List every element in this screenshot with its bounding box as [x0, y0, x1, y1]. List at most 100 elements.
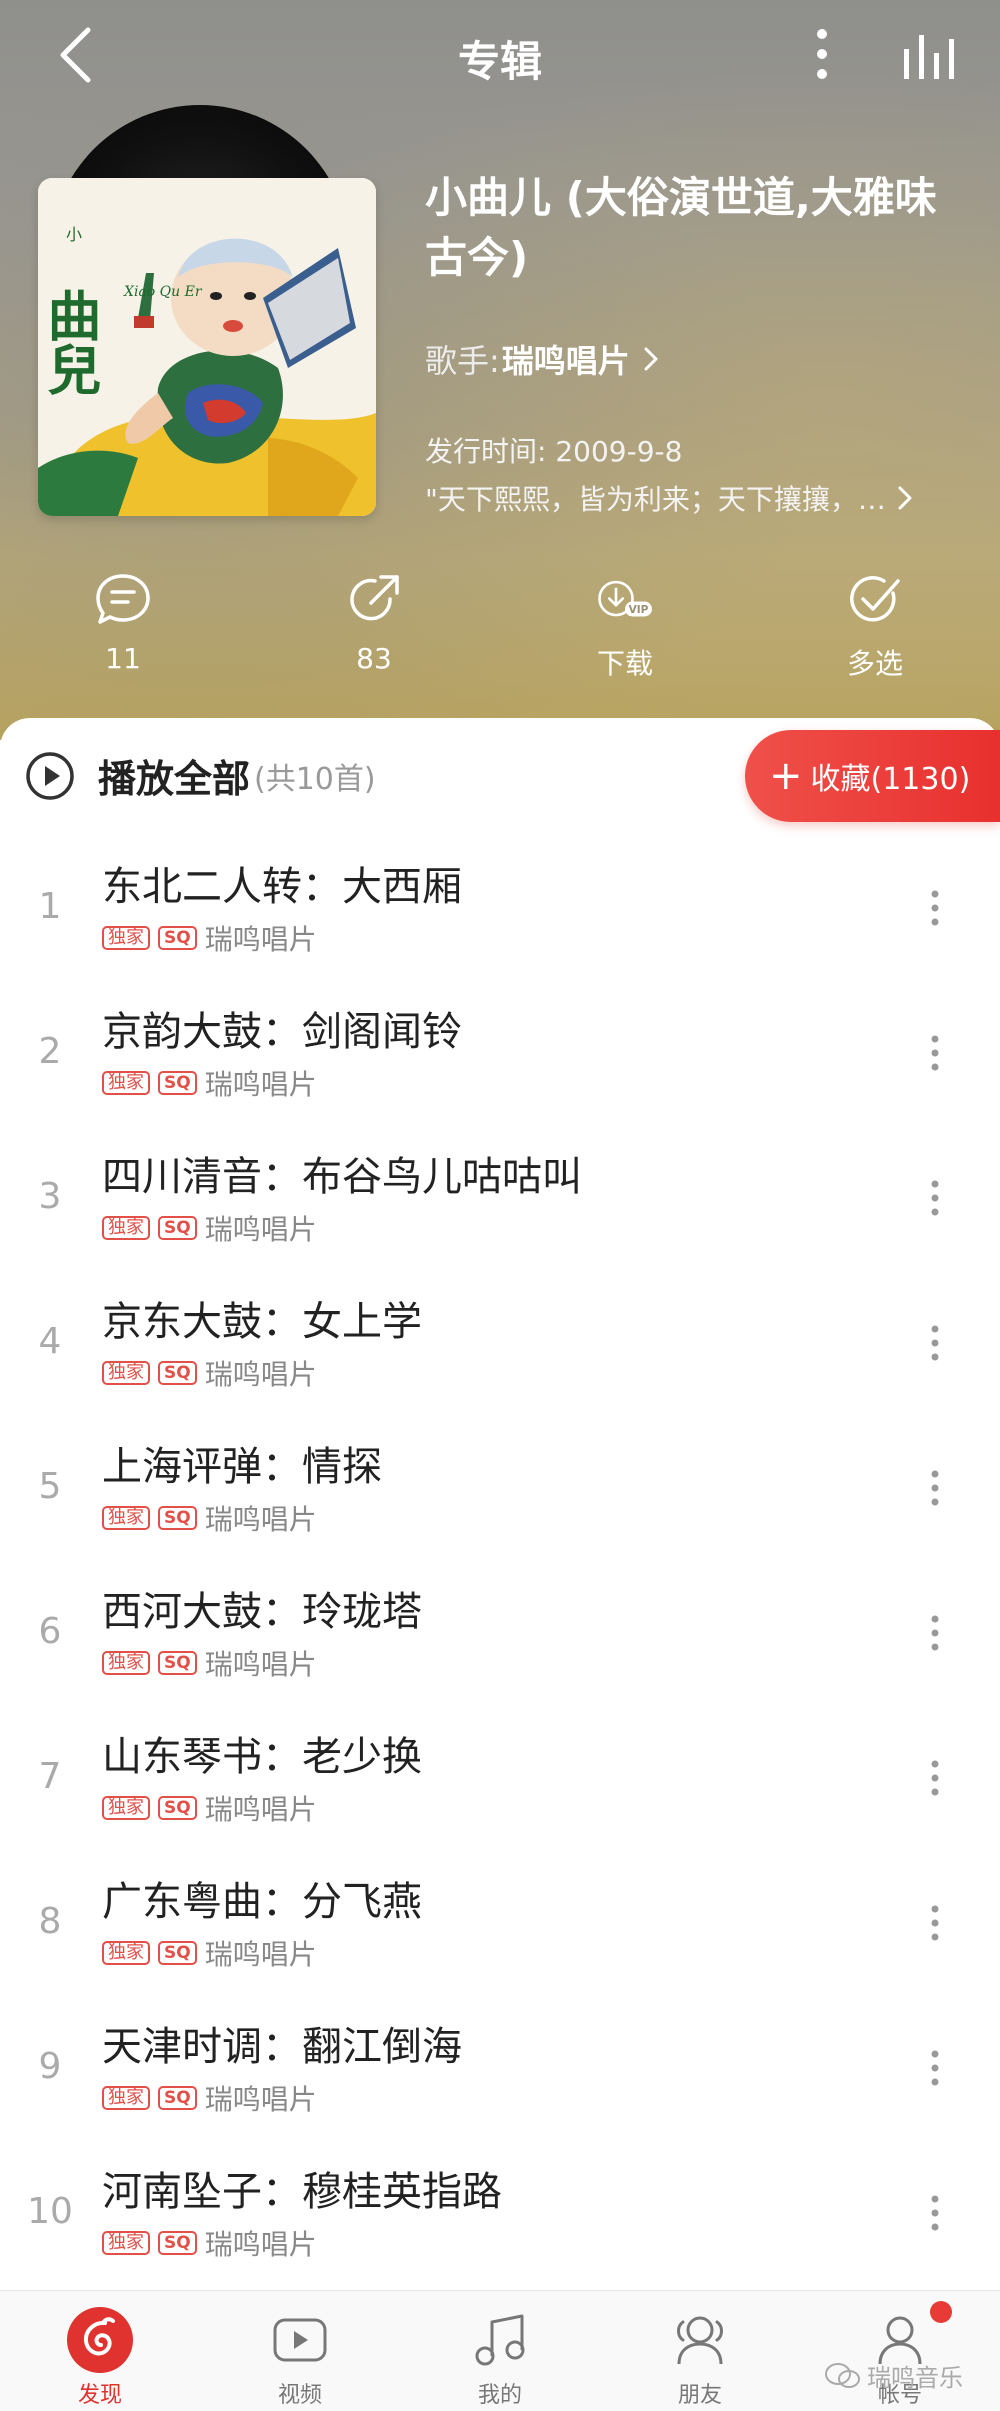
track-number: 5: [38, 1466, 62, 1507]
song-row[interactable]: 4 京东大鼓：女上学 独家 SQ 瑞鸣唱片: [0, 1275, 1000, 1420]
sq-badge: SQ: [158, 1651, 197, 1675]
more-vertical-icon: [931, 2050, 939, 2086]
song-artist: 瑞鸣唱片: [204, 2083, 317, 2116]
tab-my-music[interactable]: 我的: [400, 2291, 600, 2411]
song-row[interactable]: 3 四川清音：布谷鸟儿咕咕叫 独家 SQ 瑞鸣唱片: [0, 1130, 1000, 1275]
back-button[interactable]: [45, 22, 105, 88]
song-artist: 瑞鸣唱片: [204, 1503, 317, 1536]
exclusive-badge: 独家: [102, 2086, 150, 2110]
song-more-button[interactable]: [910, 1168, 960, 1228]
comment-button[interactable]: 11: [48, 570, 198, 690]
song-row[interactable]: 1 东北二人转：大西厢 独家 SQ 瑞鸣唱片: [0, 840, 1000, 985]
exclusive-badge: 独家: [102, 1361, 150, 1385]
song-more-button[interactable]: [910, 878, 960, 938]
more-vertical-icon: [931, 1035, 939, 1071]
song-more-button[interactable]: [910, 2038, 960, 2098]
wechat-icon: [825, 2362, 861, 2390]
vip-badge: VIP: [629, 604, 649, 616]
friends-icon: [665, 2305, 735, 2375]
tab-video-label: 视频: [277, 2383, 322, 2408]
exclusive-badge: 独家: [102, 1796, 150, 1820]
tab-video[interactable]: 视频: [200, 2291, 400, 2411]
song-title: 西河大鼓：玲珑塔: [102, 1589, 422, 1635]
song-title: 河南坠子：穆桂英指路: [102, 2169, 502, 2215]
more-vertical-icon: [931, 1905, 939, 1941]
song-row[interactable]: 9 天津时调：翻江倒海 独家 SQ 瑞鸣唱片: [0, 2000, 1000, 2145]
cover-small-text: 小: [66, 225, 82, 244]
video-icon: [265, 2305, 335, 2375]
sq-badge: SQ: [158, 2086, 197, 2110]
sq-badge: SQ: [158, 1506, 197, 1530]
exclusive-badge: 独家: [102, 1651, 150, 1675]
song-more-button[interactable]: [910, 1748, 960, 1808]
collect-button[interactable]: + 收藏(1130): [745, 730, 1000, 822]
description-text: "天下熙熙，皆为利来；天下攘攘，…: [425, 483, 886, 516]
song-meta: 独家 SQ 瑞鸣唱片: [102, 1208, 317, 1248]
song-more-button[interactable]: [910, 1458, 960, 1518]
song-more-button[interactable]: [910, 1893, 960, 1953]
exclusive-badge: 独家: [102, 1216, 150, 1240]
play-all-label: 播放全部: [98, 757, 251, 801]
play-circle-icon: [26, 751, 74, 800]
track-number: 1: [38, 886, 62, 927]
album-title: 小曲儿 (大俗演世道,大雅味古今): [425, 173, 937, 282]
download-label: 下载: [596, 647, 653, 680]
chevron-right-icon: [898, 486, 912, 510]
song-meta: 独家 SQ 瑞鸣唱片: [102, 1063, 317, 1103]
song-more-button[interactable]: [910, 1603, 960, 1663]
multiselect-button[interactable]: 多选: [800, 570, 950, 690]
song-title: 东北二人转：大西厢: [102, 864, 462, 910]
song-more-button[interactable]: [910, 1313, 960, 1373]
sq-badge: SQ: [158, 1796, 197, 1820]
album-description[interactable]: "天下熙熙，皆为利来；天下攘攘，…: [425, 478, 960, 518]
tab-discover[interactable]: 发现: [0, 2291, 200, 2411]
comment-count: 11: [105, 642, 141, 675]
song-more-button[interactable]: [910, 2183, 960, 2243]
song-row[interactable]: 6 西河大鼓：玲珑塔 独家 SQ 瑞鸣唱片: [0, 1565, 1000, 1710]
multiselect-icon: [845, 570, 905, 630]
more-vertical-icon: [931, 1180, 939, 1216]
tab-friends[interactable]: 朋友: [600, 2291, 800, 2411]
song-meta: 独家 SQ 瑞鸣唱片: [102, 1788, 317, 1828]
album-cover[interactable]: 小 曲兒 Xiao Qu Er: [38, 178, 376, 516]
equalizer-icon: [904, 35, 954, 79]
song-list-panel: 播放全部 (共10首) + 收藏(1130) 1 东北二人转：大西厢 独家 SQ 瑞鸣唱…: [0, 718, 1000, 2298]
download-button[interactable]: VIP 下载: [550, 570, 700, 690]
more-vertical-icon: [931, 1470, 939, 1506]
sq-badge: SQ: [158, 1941, 197, 1965]
share-button[interactable]: 83: [299, 570, 449, 690]
song-row[interactable]: 10 河南坠子：穆桂英指路 独家 SQ 瑞鸣唱片: [0, 2145, 1000, 2290]
more-options-button[interactable]: [800, 24, 844, 84]
song-row[interactable]: 7 山东琴书：老少换 独家 SQ 瑞鸣唱片: [0, 1710, 1000, 1855]
song-artist: 瑞鸣唱片: [204, 1213, 317, 1246]
song-artist: 瑞鸣唱片: [204, 2228, 317, 2261]
track-number: 4: [38, 1321, 62, 1362]
song-row[interactable]: 2 京韵大鼓：剑阁闻铃 独家 SQ 瑞鸣唱片: [0, 985, 1000, 1130]
artist-name: 瑞鸣唱片: [501, 342, 630, 380]
chevron-right-icon: [644, 347, 658, 371]
track-number: 9: [38, 2046, 62, 2087]
watermark-text: 瑞鸣音乐: [867, 2364, 963, 2392]
song-row[interactable]: 8 广东粤曲：分飞燕 独家 SQ 瑞鸣唱片: [0, 1855, 1000, 2000]
song-row[interactable]: 5 上海评弹：情探 独家 SQ 瑞鸣唱片: [0, 1420, 1000, 1565]
track-number: 2: [38, 1031, 62, 1072]
song-more-button[interactable]: [910, 1023, 960, 1083]
album-header: 专辑 小 曲兒 Xiao Qu Er 小曲儿 (大俗演世道,大雅味古今) 歌手:…: [0, 0, 1000, 740]
song-meta: 独家 SQ 瑞鸣唱片: [102, 2223, 317, 2263]
multiselect-label: 多选: [846, 647, 903, 680]
share-icon: [344, 570, 404, 630]
song-meta: 独家 SQ 瑞鸣唱片: [102, 1933, 317, 1973]
track-number: 6: [38, 1611, 62, 1652]
artist-link[interactable]: 歌手: 瑞鸣唱片: [425, 336, 658, 382]
watermark: 瑞鸣音乐: [825, 2358, 963, 2393]
sq-badge: SQ: [158, 926, 197, 950]
song-title: 山东琴书：老少换: [102, 1734, 422, 1780]
discover-icon: [65, 2305, 135, 2375]
tab-account[interactable]: 帐号: [800, 2291, 1000, 2411]
song-title: 广东粤曲：分飞燕: [102, 1879, 422, 1925]
now-playing-button[interactable]: [895, 24, 965, 84]
sq-badge: SQ: [158, 2231, 197, 2255]
play-all-button[interactable]: 播放全部 (共10首): [24, 748, 376, 803]
song-meta: 独家 SQ 瑞鸣唱片: [102, 1643, 317, 1683]
track-number: 10: [27, 2191, 73, 2232]
